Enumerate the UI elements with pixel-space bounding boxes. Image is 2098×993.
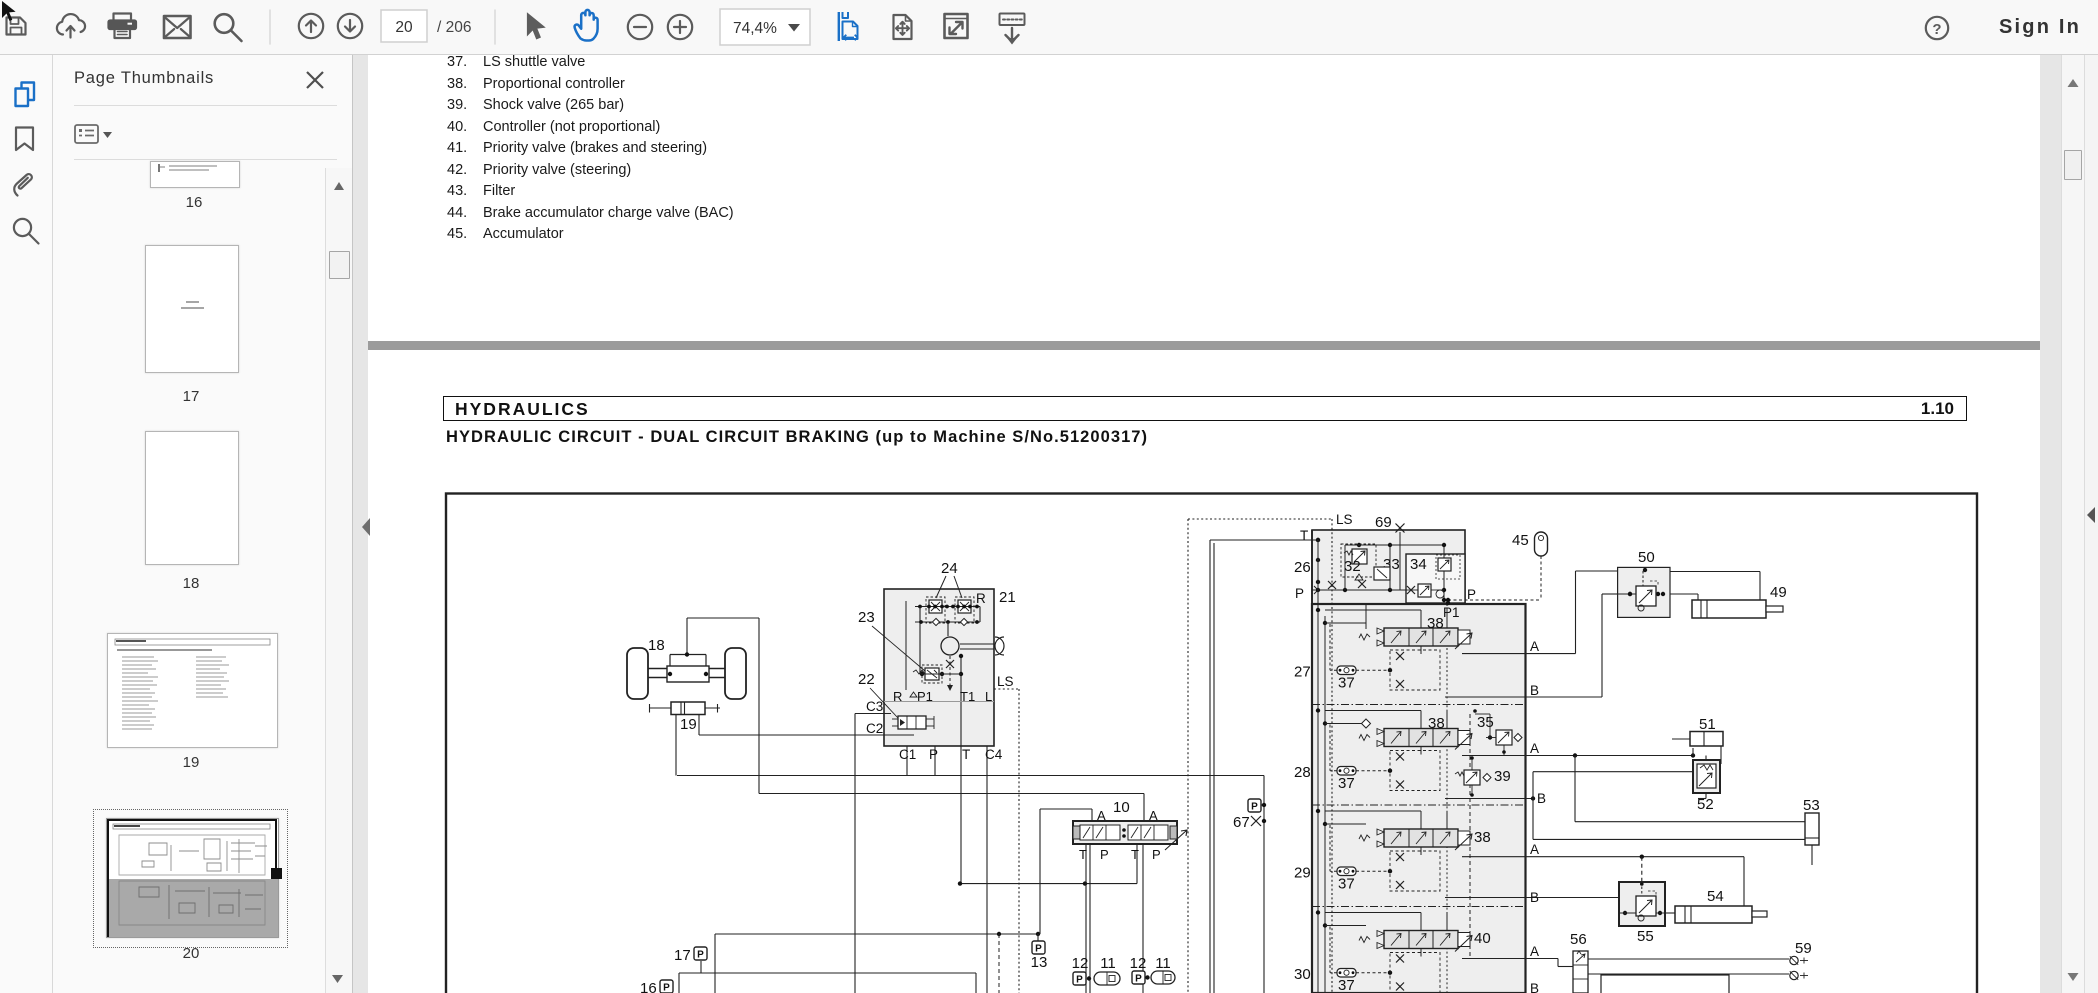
svg-text:P: P: [1152, 847, 1161, 862]
svg-text:P: P: [1251, 802, 1258, 813]
svg-text:38: 38: [1428, 715, 1445, 732]
svg-text:21: 21: [999, 589, 1016, 606]
svg-text:22: 22: [858, 671, 875, 688]
svg-text:37: 37: [1338, 675, 1355, 692]
svg-text:37: 37: [1338, 876, 1355, 893]
svg-text:B: B: [1530, 683, 1539, 698]
svg-text:35: 35: [1477, 714, 1494, 731]
svg-text:29: 29: [1294, 865, 1311, 882]
svg-text:17: 17: [674, 947, 691, 964]
svg-text:38: 38: [1474, 829, 1491, 846]
svg-text:69: 69: [1375, 514, 1392, 531]
svg-text:51: 51: [1699, 716, 1716, 733]
svg-text:53: 53: [1803, 797, 1820, 814]
svg-text:23: 23: [858, 609, 875, 626]
svg-text:19: 19: [680, 716, 697, 733]
svg-text:20: 20: [395, 19, 413, 36]
svg-text:T: T: [962, 747, 970, 762]
svg-text:P: P: [1100, 847, 1109, 862]
svg-text:30: 30: [1294, 966, 1311, 983]
svg-text:24: 24: [941, 560, 958, 577]
svg-text:26: 26: [1294, 559, 1311, 576]
svg-text:11: 11: [1155, 955, 1171, 972]
svg-text:T: T: [1079, 847, 1087, 862]
svg-text:52: 52: [1697, 796, 1714, 813]
svg-text:P: P: [1035, 944, 1042, 955]
svg-text:?: ?: [1932, 21, 1941, 38]
svg-text:LS: LS: [1336, 512, 1353, 527]
svg-text:A: A: [1530, 944, 1539, 959]
svg-text:B: B: [1537, 791, 1546, 806]
svg-text:/ 206: / 206: [437, 19, 471, 36]
svg-text:13: 13: [1031, 954, 1048, 971]
svg-text:55: 55: [1637, 928, 1654, 945]
svg-text:16: 16: [640, 980, 657, 993]
svg-text:P: P: [697, 950, 704, 961]
svg-text:37: 37: [1338, 775, 1355, 792]
svg-text:74,4%: 74,4%: [733, 20, 777, 37]
svg-text:11: 11: [1100, 955, 1116, 972]
svg-text:C1: C1: [899, 747, 916, 762]
svg-text:R: R: [976, 591, 986, 606]
svg-text:P: P: [1135, 974, 1142, 985]
svg-text:38: 38: [1427, 615, 1444, 632]
svg-text:T: T: [1300, 528, 1308, 543]
svg-text:54: 54: [1707, 888, 1724, 905]
svg-text:T: T: [1131, 847, 1139, 862]
svg-text:50: 50: [1638, 549, 1655, 566]
svg-text:39: 39: [1494, 768, 1511, 785]
svg-text:49: 49: [1770, 584, 1787, 601]
svg-text:A: A: [1097, 808, 1106, 823]
svg-text:A: A: [1530, 741, 1539, 756]
svg-text:A: A: [1530, 842, 1539, 857]
svg-text:32: 32: [1344, 558, 1361, 575]
svg-text:B: B: [1530, 981, 1539, 993]
svg-text:27: 27: [1294, 664, 1311, 681]
svg-text:P: P: [1076, 975, 1083, 986]
svg-text:A: A: [1530, 639, 1539, 654]
svg-text:12: 12: [1072, 955, 1089, 972]
svg-text:28: 28: [1294, 764, 1311, 781]
svg-text:C4: C4: [985, 747, 1003, 762]
svg-text:59: 59: [1795, 940, 1812, 957]
svg-text:18: 18: [648, 637, 665, 654]
svg-text:P: P: [663, 983, 670, 993]
svg-text:P1: P1: [1443, 605, 1460, 620]
svg-text:34: 34: [1410, 556, 1427, 573]
svg-text:C2: C2: [866, 721, 883, 736]
svg-text:LS: LS: [997, 674, 1014, 689]
svg-text:45: 45: [1512, 532, 1529, 549]
svg-text:67: 67: [1233, 814, 1250, 831]
svg-text:C3: C3: [866, 699, 883, 714]
svg-text:P: P: [929, 747, 938, 762]
svg-text:56: 56: [1570, 931, 1587, 948]
svg-text:37: 37: [1338, 977, 1355, 993]
svg-text:10: 10: [1113, 799, 1130, 816]
svg-text:A: A: [1149, 808, 1158, 823]
svg-text:12: 12: [1130, 955, 1147, 972]
svg-text:40: 40: [1474, 930, 1491, 947]
svg-text:P: P: [1295, 586, 1304, 601]
svg-text:B: B: [1530, 890, 1539, 905]
